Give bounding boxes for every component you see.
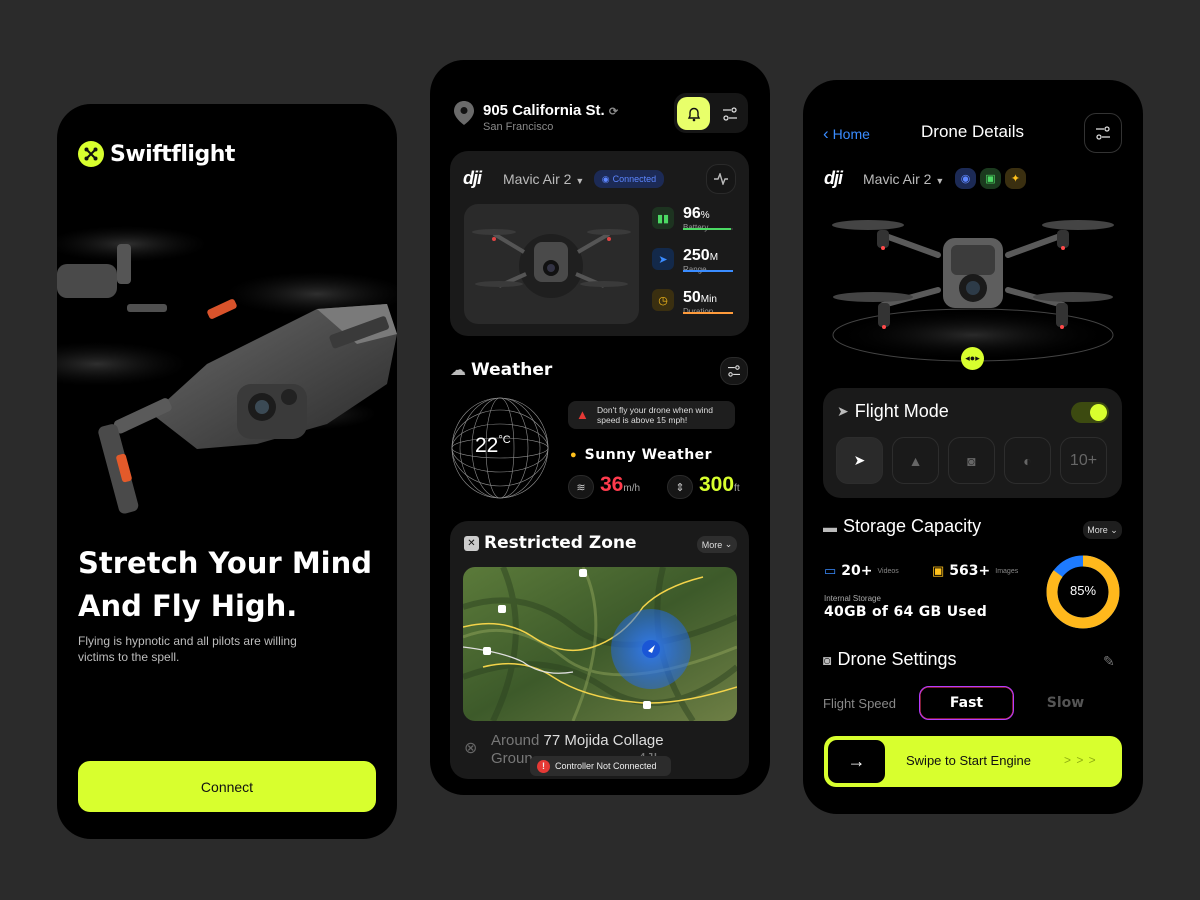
warning-icon: ▲ (576, 407, 589, 422)
temperature: 22°C (475, 434, 511, 457)
altitude-icon: ⇕ (667, 475, 693, 499)
altitude: 300ft (699, 473, 740, 496)
options-button[interactable] (1084, 113, 1122, 153)
chevron-left-icon: ‹ (823, 124, 829, 143)
mode-more-button[interactable]: 10+ (1060, 437, 1107, 484)
bell-icon (687, 107, 700, 121)
camera-icon: ◙ (967, 452, 976, 469)
alert-icon: ! (537, 759, 550, 773)
chevrons-icon: > > > (1064, 753, 1097, 767)
flight-mode-header: ➤ Flight Mode (837, 401, 949, 421)
mode-gps-button[interactable]: ➤ (836, 437, 883, 484)
brand-logo: Swiftflight (78, 141, 235, 167)
activity-button[interactable] (706, 164, 736, 194)
description: Flying is hypnotic and all pilots are wi… (78, 634, 297, 664)
chevron-down-icon: ▼ (935, 176, 945, 186)
city: San Francisco (483, 121, 554, 133)
wind-warning: ▲ Don't fly your drone when wind speed i… (568, 401, 735, 429)
address: 905 California St. ⟳ (483, 102, 619, 119)
camera-icon: ◙ (823, 651, 832, 668)
dji-logo: dji (463, 168, 482, 188)
battery-icon: ▮▮ (652, 207, 674, 229)
drone-model-select[interactable]: Mavic Air 2 ▼ (863, 171, 944, 187)
drone-details-screen: ‹ Home Drone Details dji Mavic Air 2 ▼ ◉… (803, 80, 1143, 814)
location-pin-icon (454, 101, 474, 125)
dji-logo: dji (824, 168, 843, 188)
swipe-label: Swipe to Start Engine (906, 753, 1032, 768)
signal-icon: ◉ (601, 173, 610, 184)
flight-mode-toggle[interactable] (1071, 402, 1109, 423)
onboarding-screen: Swiftflight Stretch Your Mind And Fly Hi… (57, 104, 397, 839)
notification-button[interactable] (677, 97, 710, 130)
pulse-icon (714, 173, 728, 185)
video-icon: ▭ (824, 563, 837, 578)
tree-icon: ▲ (908, 452, 923, 469)
map-icon: ✕ (464, 535, 479, 551)
satellite-icon: ✦ (1005, 168, 1026, 189)
drone-image (472, 229, 631, 298)
dial-icon: ◐ (1023, 452, 1032, 469)
sun-icon: ● (570, 449, 577, 461)
send-icon: ➤ (837, 403, 849, 419)
restricted-zone-card: ✕ Restricted Zone More ⌄ ⊗ Around 77 Moj… (450, 521, 749, 779)
drone-model-select[interactable]: Mavic Air 2 ▼ (503, 171, 584, 187)
drone-status-card: dji Mavic Air 2 ▼ ◉Connected ▮▮ 96% Batt… (450, 151, 749, 336)
storage-used: 40GB of 64 GB Used (824, 604, 988, 620)
duration-bar (683, 312, 733, 314)
storage-percent: 85% (1069, 583, 1097, 598)
battery-bar (683, 228, 733, 230)
weather-condition: ● Sunny Weather (570, 447, 713, 463)
controller-icon: ▣ (980, 168, 1001, 189)
weather-options-button[interactable] (720, 357, 748, 385)
cloud-icon: ☁ (450, 362, 466, 379)
mode-sport-button[interactable]: ◐ (1004, 437, 1051, 484)
sliders-icon (1096, 126, 1110, 140)
controller-status-toast: ! Controller Not Connected (530, 756, 671, 776)
drone-settings-header: ◙ Drone Settings (823, 649, 957, 669)
swipe-handle[interactable]: → (828, 740, 885, 783)
image-icon: ▣ (932, 563, 945, 578)
wind-icon: ≋ (568, 475, 594, 499)
terrain-map[interactable] (463, 567, 737, 721)
range-bar (683, 270, 733, 272)
edit-icon[interactable]: ✎ (1103, 653, 1115, 670)
send-icon: ➤ (652, 248, 674, 270)
hero-drone-image (57, 226, 397, 514)
speed-fast-option[interactable]: Fast (919, 686, 1014, 720)
more-button[interactable]: More ⌄ (697, 536, 737, 553)
rotate-view-handle[interactable]: ◂●▸ (961, 347, 984, 370)
refresh-icon[interactable]: ⟳ (609, 106, 618, 118)
drone-preview (464, 204, 639, 324)
internal-storage-label: Internal Storage (824, 594, 881, 603)
page-title: Drone Details (921, 122, 1024, 141)
chevron-down-icon: ▼ (575, 176, 585, 186)
videos-count: ▭ 20+ Videos (824, 563, 899, 579)
brand-name: Swiftflight (110, 141, 235, 167)
headline: Stretch Your Mind And Fly High. (78, 546, 373, 623)
storage-header: ▬ Storage Capacity (823, 516, 982, 536)
start-engine-slider[interactable]: → Swipe to Start Engine > > > (824, 736, 1122, 787)
dashboard-screen: 905 California St. ⟳ San Francisco dji M… (430, 60, 770, 795)
settings-sliders-button[interactable] (717, 101, 743, 127)
clock-icon: ◷ (652, 289, 674, 311)
speed-slow-option[interactable]: Slow (1018, 686, 1113, 720)
zone-header: ✕ Restricted Zone (464, 533, 637, 553)
send-icon: ➤ (853, 452, 866, 468)
mode-nature-button[interactable]: ▲ (892, 437, 939, 484)
storage-more-button[interactable]: More ⌄ (1083, 521, 1122, 539)
sliders-icon (723, 107, 737, 121)
back-button[interactable]: ‹ Home (823, 124, 870, 144)
location-off-icon: ⊗ (464, 740, 478, 757)
folder-icon: ▬ (823, 518, 837, 535)
connected-badge: ◉ Connected (594, 170, 664, 188)
drone-icon (78, 141, 104, 167)
signal-icon: ◉ (955, 168, 976, 189)
sliders-icon (728, 365, 740, 377)
images-count: ▣ 563+ Images (932, 563, 1019, 579)
wind-speed: 36m/h (600, 473, 641, 496)
flight-speed-label: Flight Speed (823, 696, 896, 711)
connect-button[interactable]: Connect (78, 761, 376, 812)
weather-header: ☁ Weather (450, 360, 553, 380)
mode-camera-button[interactable]: ◙ (948, 437, 995, 484)
